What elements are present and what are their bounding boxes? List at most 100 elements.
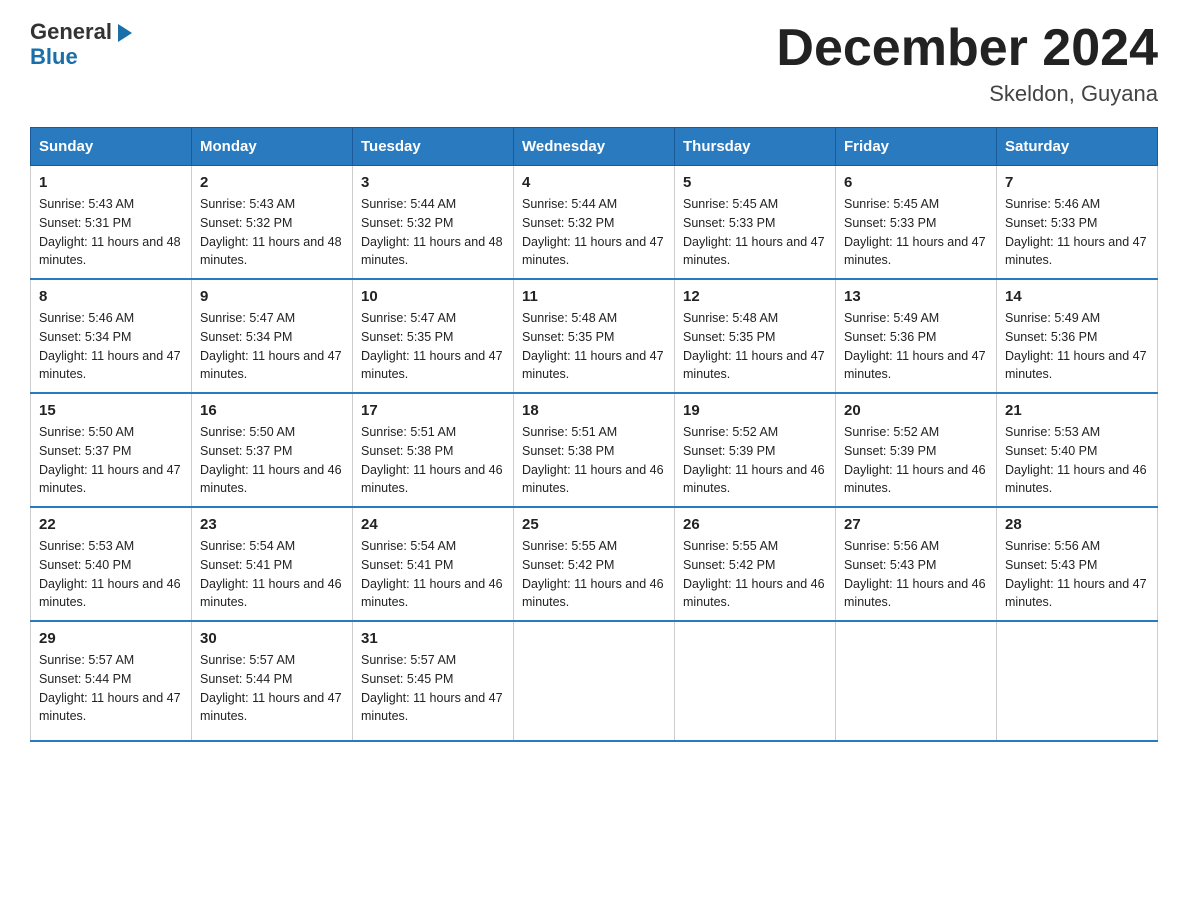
header-monday: Monday bbox=[192, 128, 353, 166]
header-saturday: Saturday bbox=[997, 128, 1158, 166]
day-number: 26 bbox=[683, 516, 827, 533]
day-number: 17 bbox=[361, 402, 505, 419]
day-number: 27 bbox=[844, 516, 988, 533]
day-number: 19 bbox=[683, 402, 827, 419]
calendar-header: SundayMondayTuesdayWednesdayThursdayFrid… bbox=[31, 128, 1158, 166]
calendar-cell: 14 Sunrise: 5:49 AMSunset: 5:36 PMDaylig… bbox=[997, 279, 1158, 393]
day-info: Sunrise: 5:54 AMSunset: 5:41 PMDaylight:… bbox=[361, 539, 503, 609]
day-number: 7 bbox=[1005, 174, 1149, 191]
calendar-week-5: 29 Sunrise: 5:57 AMSunset: 5:44 PMDaylig… bbox=[31, 621, 1158, 741]
day-info: Sunrise: 5:57 AMSunset: 5:44 PMDaylight:… bbox=[200, 653, 342, 723]
calendar-cell: 9 Sunrise: 5:47 AMSunset: 5:34 PMDayligh… bbox=[192, 279, 353, 393]
day-info: Sunrise: 5:51 AMSunset: 5:38 PMDaylight:… bbox=[361, 425, 503, 495]
header-tuesday: Tuesday bbox=[353, 128, 514, 166]
day-info: Sunrise: 5:46 AMSunset: 5:34 PMDaylight:… bbox=[39, 311, 181, 381]
day-number: 3 bbox=[361, 174, 505, 191]
day-number: 21 bbox=[1005, 402, 1149, 419]
day-number: 1 bbox=[39, 174, 183, 191]
day-number: 5 bbox=[683, 174, 827, 191]
day-number: 25 bbox=[522, 516, 666, 533]
calendar-cell: 5 Sunrise: 5:45 AMSunset: 5:33 PMDayligh… bbox=[675, 166, 836, 280]
day-info: Sunrise: 5:53 AMSunset: 5:40 PMDaylight:… bbox=[1005, 425, 1147, 495]
day-number: 24 bbox=[361, 516, 505, 533]
calendar-cell: 10 Sunrise: 5:47 AMSunset: 5:35 PMDaylig… bbox=[353, 279, 514, 393]
day-number: 12 bbox=[683, 288, 827, 305]
day-number: 30 bbox=[200, 630, 344, 647]
day-number: 15 bbox=[39, 402, 183, 419]
calendar-cell: 20 Sunrise: 5:52 AMSunset: 5:39 PMDaylig… bbox=[836, 393, 997, 507]
day-number: 18 bbox=[522, 402, 666, 419]
calendar-cell: 1 Sunrise: 5:43 AMSunset: 5:31 PMDayligh… bbox=[31, 166, 192, 280]
day-info: Sunrise: 5:47 AMSunset: 5:34 PMDaylight:… bbox=[200, 311, 342, 381]
day-info: Sunrise: 5:51 AMSunset: 5:38 PMDaylight:… bbox=[522, 425, 664, 495]
calendar-table: SundayMondayTuesdayWednesdayThursdayFrid… bbox=[30, 127, 1158, 742]
calendar-cell: 21 Sunrise: 5:53 AMSunset: 5:40 PMDaylig… bbox=[997, 393, 1158, 507]
day-info: Sunrise: 5:49 AMSunset: 5:36 PMDaylight:… bbox=[844, 311, 986, 381]
calendar-cell: 18 Sunrise: 5:51 AMSunset: 5:38 PMDaylig… bbox=[514, 393, 675, 507]
page-header: General Blue December 2024 Skeldon, Guya… bbox=[30, 20, 1158, 107]
day-info: Sunrise: 5:56 AMSunset: 5:43 PMDaylight:… bbox=[844, 539, 986, 609]
calendar-cell: 28 Sunrise: 5:56 AMSunset: 5:43 PMDaylig… bbox=[997, 507, 1158, 621]
header-wednesday: Wednesday bbox=[514, 128, 675, 166]
day-number: 13 bbox=[844, 288, 988, 305]
day-number: 6 bbox=[844, 174, 988, 191]
day-number: 8 bbox=[39, 288, 183, 305]
calendar-cell: 3 Sunrise: 5:44 AMSunset: 5:32 PMDayligh… bbox=[353, 166, 514, 280]
logo: General Blue bbox=[30, 20, 136, 70]
day-info: Sunrise: 5:50 AMSunset: 5:37 PMDaylight:… bbox=[39, 425, 181, 495]
day-number: 10 bbox=[361, 288, 505, 305]
month-title: December 2024 bbox=[776, 20, 1158, 77]
day-info: Sunrise: 5:47 AMSunset: 5:35 PMDaylight:… bbox=[361, 311, 503, 381]
calendar-week-1: 1 Sunrise: 5:43 AMSunset: 5:31 PMDayligh… bbox=[31, 166, 1158, 280]
day-info: Sunrise: 5:49 AMSunset: 5:36 PMDaylight:… bbox=[1005, 311, 1147, 381]
day-info: Sunrise: 5:45 AMSunset: 5:33 PMDaylight:… bbox=[844, 197, 986, 267]
calendar-cell: 19 Sunrise: 5:52 AMSunset: 5:39 PMDaylig… bbox=[675, 393, 836, 507]
day-number: 11 bbox=[522, 288, 666, 305]
calendar-week-4: 22 Sunrise: 5:53 AMSunset: 5:40 PMDaylig… bbox=[31, 507, 1158, 621]
day-number: 16 bbox=[200, 402, 344, 419]
calendar-cell: 31 Sunrise: 5:57 AMSunset: 5:45 PMDaylig… bbox=[353, 621, 514, 741]
logo-text-blue: Blue bbox=[30, 44, 78, 70]
day-number: 9 bbox=[200, 288, 344, 305]
calendar-cell bbox=[675, 621, 836, 741]
day-number: 22 bbox=[39, 516, 183, 533]
calendar-week-2: 8 Sunrise: 5:46 AMSunset: 5:34 PMDayligh… bbox=[31, 279, 1158, 393]
title-block: December 2024 Skeldon, Guyana bbox=[776, 20, 1158, 107]
calendar-cell: 13 Sunrise: 5:49 AMSunset: 5:36 PMDaylig… bbox=[836, 279, 997, 393]
day-info: Sunrise: 5:43 AMSunset: 5:32 PMDaylight:… bbox=[200, 197, 342, 267]
calendar-cell: 30 Sunrise: 5:57 AMSunset: 5:44 PMDaylig… bbox=[192, 621, 353, 741]
header-sunday: Sunday bbox=[31, 128, 192, 166]
day-info: Sunrise: 5:52 AMSunset: 5:39 PMDaylight:… bbox=[683, 425, 825, 495]
calendar-cell: 6 Sunrise: 5:45 AMSunset: 5:33 PMDayligh… bbox=[836, 166, 997, 280]
day-info: Sunrise: 5:54 AMSunset: 5:41 PMDaylight:… bbox=[200, 539, 342, 609]
calendar-cell bbox=[836, 621, 997, 741]
header-row: SundayMondayTuesdayWednesdayThursdayFrid… bbox=[31, 128, 1158, 166]
header-thursday: Thursday bbox=[675, 128, 836, 166]
calendar-body: 1 Sunrise: 5:43 AMSunset: 5:31 PMDayligh… bbox=[31, 166, 1158, 742]
day-number: 28 bbox=[1005, 516, 1149, 533]
header-friday: Friday bbox=[836, 128, 997, 166]
location: Skeldon, Guyana bbox=[776, 81, 1158, 107]
day-info: Sunrise: 5:44 AMSunset: 5:32 PMDaylight:… bbox=[522, 197, 664, 267]
day-number: 4 bbox=[522, 174, 666, 191]
calendar-cell: 22 Sunrise: 5:53 AMSunset: 5:40 PMDaylig… bbox=[31, 507, 192, 621]
calendar-week-3: 15 Sunrise: 5:50 AMSunset: 5:37 PMDaylig… bbox=[31, 393, 1158, 507]
calendar-cell: 12 Sunrise: 5:48 AMSunset: 5:35 PMDaylig… bbox=[675, 279, 836, 393]
day-number: 29 bbox=[39, 630, 183, 647]
day-number: 23 bbox=[200, 516, 344, 533]
calendar-cell: 27 Sunrise: 5:56 AMSunset: 5:43 PMDaylig… bbox=[836, 507, 997, 621]
calendar-cell: 11 Sunrise: 5:48 AMSunset: 5:35 PMDaylig… bbox=[514, 279, 675, 393]
calendar-cell: 8 Sunrise: 5:46 AMSunset: 5:34 PMDayligh… bbox=[31, 279, 192, 393]
day-info: Sunrise: 5:55 AMSunset: 5:42 PMDaylight:… bbox=[683, 539, 825, 609]
day-number: 2 bbox=[200, 174, 344, 191]
day-info: Sunrise: 5:43 AMSunset: 5:31 PMDaylight:… bbox=[39, 197, 181, 267]
calendar-cell: 25 Sunrise: 5:55 AMSunset: 5:42 PMDaylig… bbox=[514, 507, 675, 621]
day-number: 20 bbox=[844, 402, 988, 419]
day-info: Sunrise: 5:44 AMSunset: 5:32 PMDaylight:… bbox=[361, 197, 503, 267]
day-info: Sunrise: 5:48 AMSunset: 5:35 PMDaylight:… bbox=[683, 311, 825, 381]
logo-text-general: General bbox=[30, 20, 112, 44]
day-info: Sunrise: 5:46 AMSunset: 5:33 PMDaylight:… bbox=[1005, 197, 1147, 267]
calendar-cell: 7 Sunrise: 5:46 AMSunset: 5:33 PMDayligh… bbox=[997, 166, 1158, 280]
calendar-cell bbox=[514, 621, 675, 741]
calendar-cell bbox=[997, 621, 1158, 741]
